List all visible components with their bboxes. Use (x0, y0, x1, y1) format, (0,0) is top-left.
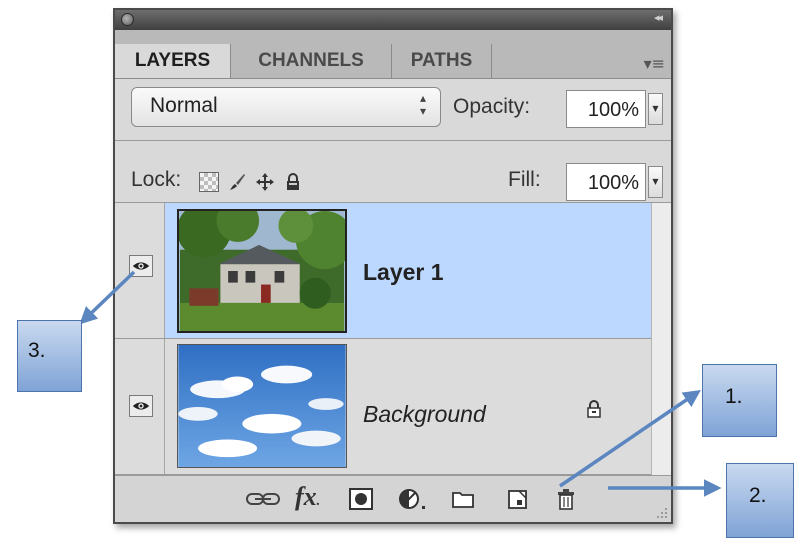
layers-scrollbar[interactable] (651, 203, 671, 475)
layer-thumbnail-sky (177, 344, 347, 468)
blend-mode-select[interactable]: Normal ▴ ▾ (131, 87, 441, 127)
layers-panel: ◂◂ LAYERS CHANNELS PATHS ▾≡ Normal ▴ ▾ Op… (113, 8, 673, 524)
lock-all-icon[interactable] (283, 172, 303, 192)
eye-cell (115, 203, 165, 338)
lock-label: Lock: (131, 168, 182, 191)
layer-lock-icon (587, 400, 601, 418)
callout-2: 2. (726, 463, 794, 538)
add-mask-icon[interactable] (349, 488, 373, 510)
tab-paths[interactable]: PATHS (392, 44, 492, 78)
new-group-icon[interactable] (451, 488, 475, 510)
lock-pixels-brush-icon[interactable] (227, 172, 247, 192)
opacity-dropdown-button[interactable]: ▼ (648, 93, 663, 125)
layer-row-background[interactable]: Background (115, 339, 651, 475)
blend-mode-value: Normal (150, 94, 218, 117)
tab-bar: LAYERS CHANNELS PATHS ▾≡ (115, 30, 671, 79)
divider (115, 140, 671, 141)
adjustment-layer-icon[interactable] (398, 488, 432, 510)
fx-icon[interactable]: fx. (295, 482, 320, 511)
bottom-toolbar: fx. (115, 475, 671, 522)
callout-1: 1. (702, 364, 777, 437)
tab-layers[interactable]: LAYERS (115, 44, 231, 78)
opacity-input[interactable]: 100% (566, 90, 646, 128)
tab-channels[interactable]: CHANNELS (231, 44, 392, 78)
panel-menu-icon[interactable]: ▾≡ (644, 54, 665, 73)
opacity-label: Opacity: (453, 95, 531, 118)
fill-input[interactable]: 100% (566, 163, 646, 201)
updown-arrows-icon: ▴ ▾ (419, 91, 426, 118)
layer-thumbnail-house (177, 209, 347, 333)
panel-titlebar: ◂◂ (115, 10, 671, 30)
layers-list: Layer 1 Background (115, 203, 651, 475)
fill-dropdown-button[interactable]: ▼ (648, 166, 663, 198)
delete-layer-icon[interactable] (555, 488, 577, 510)
layer-row-layer-1[interactable]: Layer 1 (115, 203, 651, 339)
layer-name[interactable]: Layer 1 (363, 259, 444, 286)
fill-label: Fill: (508, 168, 541, 191)
link-layers-icon[interactable] (245, 488, 281, 510)
lock-transparency-icon[interactable] (199, 172, 219, 192)
collapse-icon[interactable]: ◂◂ (654, 11, 663, 24)
lock-position-move-icon[interactable] (255, 172, 275, 192)
callout-3: 3. (17, 320, 82, 392)
eye-visibility-icon[interactable] (129, 255, 153, 277)
resize-grip-icon[interactable] (654, 505, 668, 519)
layer-name[interactable]: Background (363, 401, 486, 428)
eye-cell (115, 339, 165, 474)
eye-visibility-icon[interactable] (129, 395, 153, 417)
close-button[interactable] (121, 13, 134, 26)
new-layer-icon[interactable] (507, 488, 529, 510)
